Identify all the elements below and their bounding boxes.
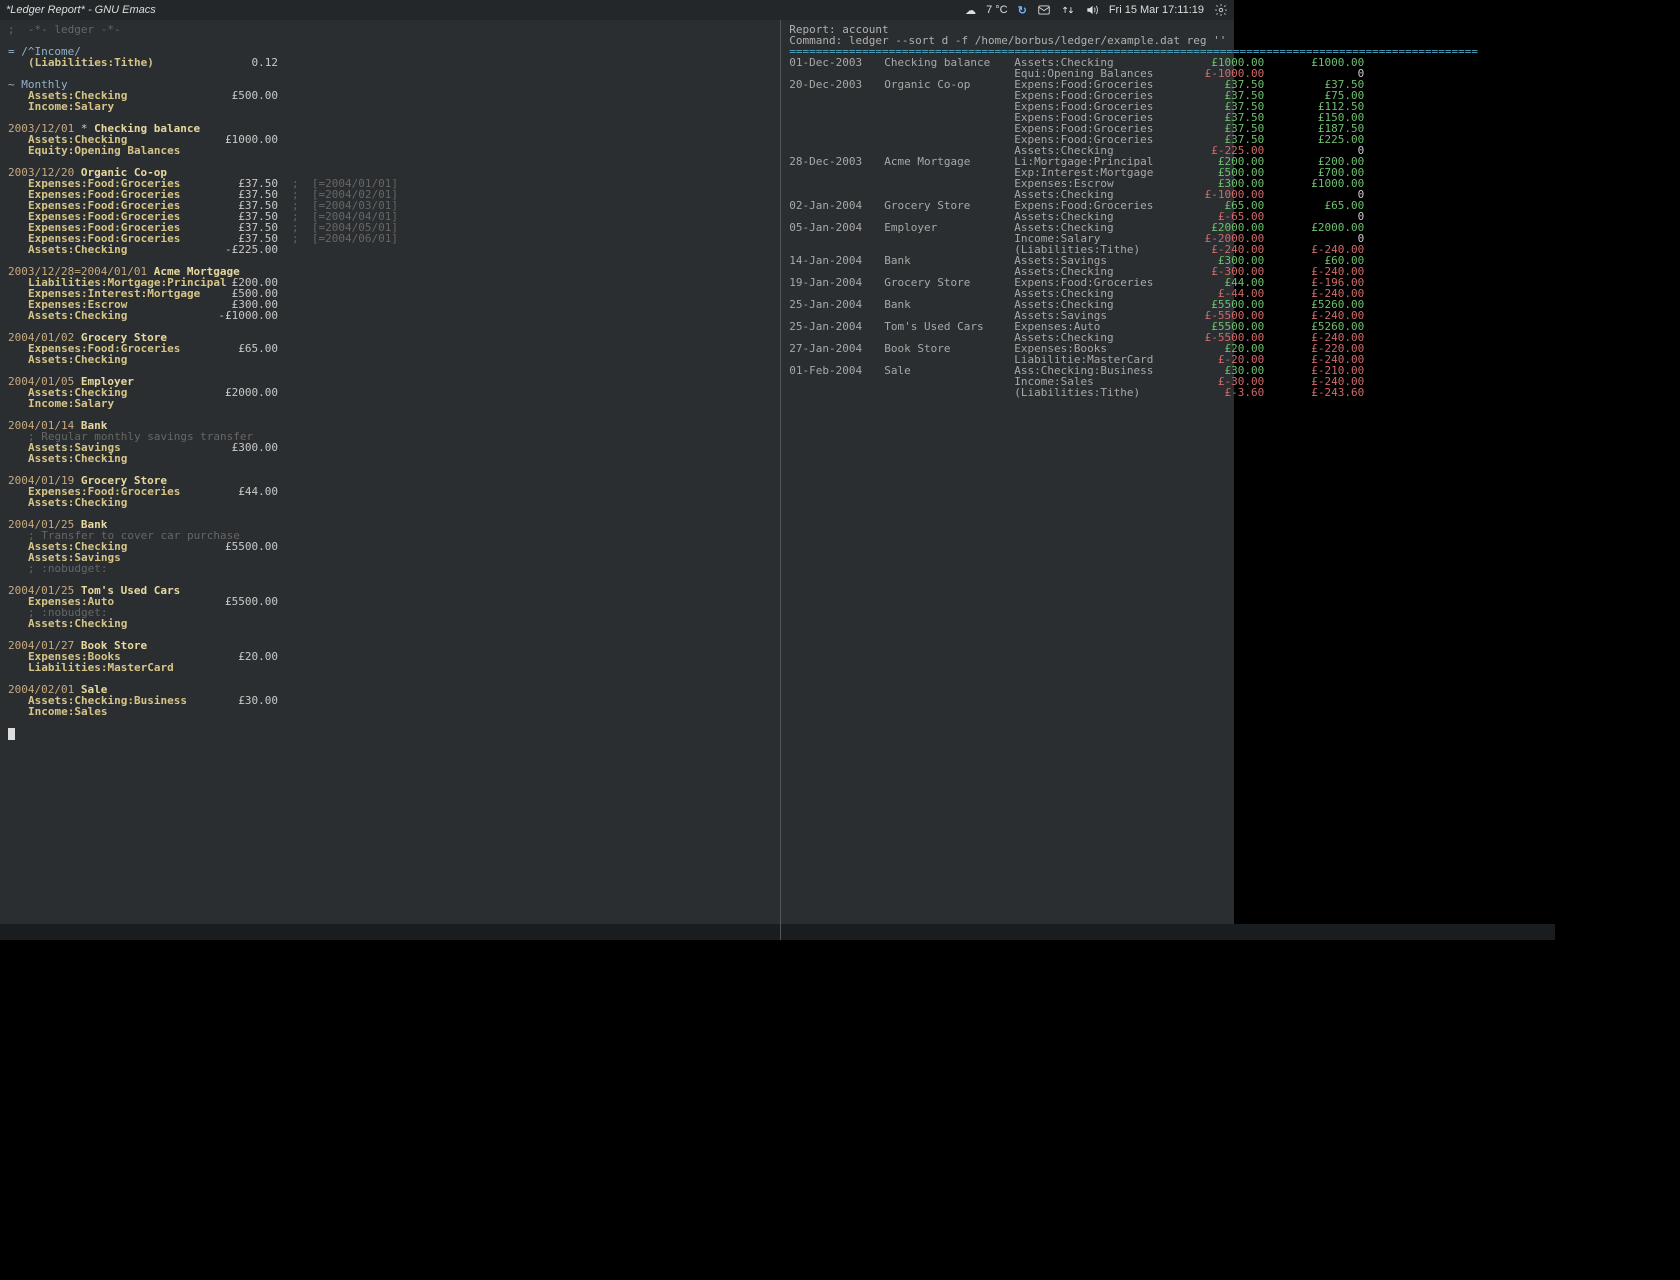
system-tray: ☁ 7 °C ↻ Fri 15 Mar 17:11:19: [965, 3, 1228, 17]
clock: Fri 15 Mar 17:11:19: [1109, 4, 1204, 16]
desktop-topbar: *Ledger Report* - GNU Emacs ☁ 7 °C ↻ Fri…: [0, 0, 1234, 20]
ledger-posting[interactable]: Assets:Checking£5500.00: [8, 541, 772, 552]
ledger-posting[interactable]: Assets:Checking-£1000.00: [8, 310, 772, 321]
ledger-posting[interactable]: Assets:Checking£500.00: [8, 90, 772, 101]
modeline-left-filename: example.dat: [105, 938, 178, 940]
report-row[interactable]: 20-Dec-2003Organic Co-opExpens:Food:Groc…: [789, 79, 1547, 90]
ledger-transaction-header[interactable]: 2004/01/25 Tom's Used Cars: [8, 585, 772, 596]
settings-gear-icon[interactable]: [1214, 3, 1228, 17]
report-row[interactable]: Expens:Food:Groceries£37.50£187.50: [789, 123, 1547, 134]
report-row[interactable]: Income:Sales£-30.00£-240.00: [789, 376, 1547, 387]
ledger-transaction-header[interactable]: 2004/01/27 Book Store: [8, 640, 772, 651]
report-row[interactable]: Expens:Food:Groceries£37.50£150.00: [789, 112, 1547, 123]
report-row[interactable]: 01-Dec-2003Checking balanceAssets:Checki…: [789, 57, 1547, 68]
report-row[interactable]: 27-Jan-2004Book StoreExpenses:Books£20.0…: [789, 343, 1547, 354]
window-title: *Ledger Report* - GNU Emacs: [6, 4, 156, 16]
refresh-icon[interactable]: ↻: [1018, 4, 1027, 17]
weather-temp: 7 °C: [986, 4, 1008, 16]
ledger-posting[interactable]: Income:Salary: [8, 101, 772, 112]
modeline-right[interactable]: -U:@%%- *Ledger Report* All (4,0) (Ledge…: [781, 924, 1555, 940]
left-pane: ; -*- ledger -*- = /^Income/(Liabilities…: [0, 20, 781, 940]
ledger-posting[interactable]: Assets:Checking: [8, 497, 772, 508]
report-row[interactable]: 01-Feb-2004SaleAss:Checking:Business£30.…: [789, 365, 1547, 376]
ledger-posting[interactable]: Assets:Checking: [8, 354, 772, 365]
report-row[interactable]: Exp:Interest:Mortgage£500.00£700.00: [789, 167, 1547, 178]
network-icon[interactable]: [1061, 3, 1075, 17]
ledger-posting[interactable]: Assets:Checking:Business£30.00: [8, 695, 772, 706]
report-row[interactable]: Expens:Food:Groceries£37.50£112.50: [789, 101, 1547, 112]
ledger-source-buffer[interactable]: ; -*- ledger -*- = /^Income/(Liabilities…: [0, 20, 780, 924]
ledger-posting[interactable]: Expenses:Auto£5500.00: [8, 596, 772, 607]
report-row[interactable]: 28-Dec-2003Acme MortgageLi:Mortgage:Prin…: [789, 156, 1547, 167]
ledger-report-buffer[interactable]: Report: accountCommand: ledger --sort d …: [781, 20, 1555, 924]
ledger-posting[interactable]: (Liabilities:Tithe)0.12: [8, 57, 772, 68]
ledger-posting[interactable]: Assets:Checking£2000.00: [8, 387, 772, 398]
modeline-left[interactable]: -U:@--- example.dat All (64,0) (Ledger y…: [0, 924, 780, 940]
report-row[interactable]: 02-Jan-2004Grocery StoreExpens:Food:Groc…: [789, 200, 1547, 211]
ledger-posting[interactable]: Assets:Checking-£225.00: [8, 244, 772, 255]
mail-icon[interactable]: [1037, 3, 1051, 17]
report-row[interactable]: (Liabilities:Tithe)£-3.60£-243.60: [789, 387, 1547, 398]
weather-icon: ☁: [965, 4, 976, 17]
emacs-frame: ; -*- ledger -*- = /^Income/(Liabilities…: [0, 20, 1234, 940]
report-row[interactable]: 19-Jan-2004Grocery StoreExpens:Food:Groc…: [789, 277, 1547, 288]
report-row[interactable]: Expens:Food:Groceries£37.50£75.00: [789, 90, 1547, 101]
ledger-posting[interactable]: Income:Salary: [8, 398, 772, 409]
ledger-posting[interactable]: Equity:Opening Balances: [8, 145, 772, 156]
modeline-right-filename: *Ledger Report*: [887, 938, 986, 940]
report-row[interactable]: 25-Jan-2004Tom's Used CarsExpenses:Auto£…: [789, 321, 1547, 332]
report-row[interactable]: Expenses:Escrow£300.00£1000.00: [789, 178, 1547, 189]
volume-icon[interactable]: [1085, 3, 1099, 17]
text-cursor: [8, 728, 15, 740]
report-row[interactable]: Expens:Food:Groceries£37.50£225.00: [789, 134, 1547, 145]
report-row[interactable]: Income:Salary£-2000.000: [789, 233, 1547, 244]
report-row[interactable]: 25-Jan-2004BankAssets:Checking£5500.00£5…: [789, 299, 1547, 310]
ledger-posting[interactable]: Assets:Checking: [8, 453, 772, 464]
right-pane: Report: accountCommand: ledger --sort d …: [781, 20, 1555, 940]
ledger-posting[interactable]: Assets:Savings: [8, 552, 772, 563]
ledger-posting[interactable]: Income:Sales: [8, 706, 772, 717]
ledger-posting[interactable]: Assets:Checking: [8, 618, 772, 629]
report-row[interactable]: 05-Jan-2004EmployerAssets:Checking£2000.…: [789, 222, 1547, 233]
report-row[interactable]: 14-Jan-2004BankAssets:Savings£300.00£60.…: [789, 255, 1547, 266]
ledger-posting[interactable]: Liabilities:MasterCard: [8, 662, 772, 673]
